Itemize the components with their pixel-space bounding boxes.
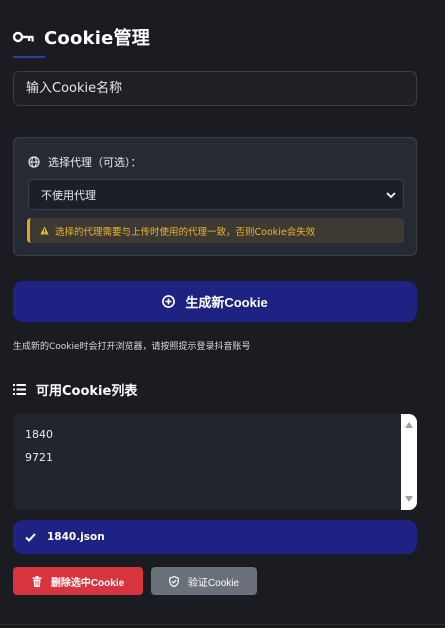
check-icon xyxy=(25,532,36,542)
cookie-list-title: 可用Cookie列表 xyxy=(36,384,138,399)
proxy-card: 选择代理（可选）： 不使用代理 选择的代理需要与上传时使用的代理一致，否则Coo… xyxy=(13,137,417,256)
globe-icon xyxy=(28,156,40,168)
delete-cookie-button[interactable]: 删除选中Cookie xyxy=(13,567,143,595)
generate-cookie-button[interactable]: 生成新Cookie xyxy=(13,281,417,322)
shield-check-icon xyxy=(169,575,179,587)
proxy-warning: 选择的代理需要与上传时使用的代理一致，否则Cookie会失效 xyxy=(27,218,404,243)
title-underline xyxy=(13,56,45,58)
plus-circle-icon xyxy=(162,295,176,308)
bottom-divider xyxy=(0,624,445,625)
chevron-down-icon xyxy=(386,192,396,199)
proxy-label-row: 选择代理（可选）： xyxy=(28,154,142,170)
scroll-up-arrow-icon[interactable] xyxy=(405,422,413,428)
warning-icon xyxy=(40,226,49,235)
selected-cookie-name: 1840.json xyxy=(47,531,105,543)
verify-cookie-label: 验证Cookie xyxy=(187,577,240,589)
page-title: Cookie管理 xyxy=(44,28,150,49)
cookie-name-input[interactable] xyxy=(13,71,417,106)
proxy-label: 选择代理（可选）： xyxy=(48,156,142,169)
list-item[interactable]: 1840 xyxy=(25,428,53,441)
scrollbar[interactable] xyxy=(401,414,417,510)
generate-cookie-label: 生成新Cookie xyxy=(185,295,268,310)
verify-cookie-button[interactable]: 验证Cookie xyxy=(151,567,257,595)
proxy-select[interactable]: 不使用代理 xyxy=(28,179,404,210)
list-icon xyxy=(13,384,26,395)
key-icon xyxy=(13,31,34,43)
selected-cookie: 1840.json xyxy=(13,520,417,554)
trash-icon xyxy=(32,575,42,587)
generate-hint: 生成新的Cookie时会打开浏览器，请按照提示登录抖音账号 xyxy=(13,342,251,352)
proxy-warning-text: 选择的代理需要与上传时使用的代理一致，否则Cookie会失效 xyxy=(55,226,316,238)
proxy-select-value: 不使用代理 xyxy=(41,188,96,202)
scroll-down-arrow-icon[interactable] xyxy=(405,496,413,502)
page-header: Cookie管理 xyxy=(13,22,150,52)
cookie-listbox[interactable]: 1840 9721 xyxy=(13,414,417,510)
delete-cookie-label: 删除选中Cookie xyxy=(50,577,125,589)
list-item[interactable]: 9721 xyxy=(25,451,53,464)
cookie-list-header: 可用Cookie列表 xyxy=(13,380,137,399)
